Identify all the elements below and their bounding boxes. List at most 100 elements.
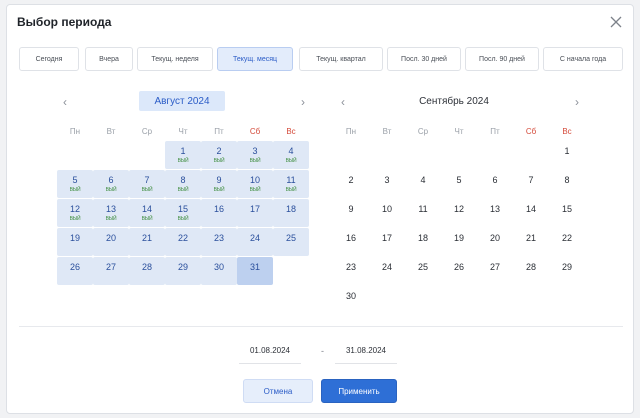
calendar-day[interactable]: 7 ВЫЙ — [129, 170, 165, 198]
day-number: 31 — [249, 262, 260, 272]
calendar-day[interactable]: 8 — [549, 170, 585, 198]
calendar-day[interactable]: 17 — [237, 199, 273, 227]
chevron-right-icon[interactable]: › — [301, 96, 305, 108]
calendar-day[interactable]: 5 — [441, 170, 477, 198]
calendar-day[interactable]: 4 — [405, 170, 441, 198]
tab-preset-6[interactable]: Посл. 90 дней — [465, 47, 539, 71]
calendar-day[interactable]: 25 — [405, 257, 441, 285]
date-to-input[interactable]: 31.08.2024 — [335, 338, 397, 364]
calendar-day[interactable]: 19 — [57, 228, 93, 256]
calendar-day[interactable]: 13 — [477, 199, 513, 227]
cancel-button[interactable]: Отмена — [243, 379, 313, 403]
apply-button[interactable]: Применить — [321, 379, 397, 403]
calendar-day[interactable]: 14 ВЫЙ — [129, 199, 165, 227]
calendar-day[interactable]: 26 — [441, 257, 477, 285]
calendar-day[interactable]: 27 — [93, 257, 129, 285]
day-number: 17 — [381, 233, 392, 243]
chevron-right-icon[interactable]: › — [575, 96, 579, 108]
calendar-day[interactable]: 17 — [369, 228, 405, 256]
day-note: ВЫЙ — [213, 158, 225, 164]
calendar-day[interactable]: 28 — [129, 257, 165, 285]
day-number: 7 — [528, 175, 534, 185]
tab-preset-4[interactable]: Текущ. квартал — [299, 47, 383, 71]
day-number: 5 — [72, 175, 78, 185]
calendar-day[interactable]: 21 — [129, 228, 165, 256]
chevron-left-icon[interactable]: ‹ — [341, 96, 345, 108]
day-number: 21 — [525, 233, 536, 243]
tab-preset-2[interactable]: Текущ. неделя — [137, 47, 213, 71]
calendar-day[interactable]: 28 — [513, 257, 549, 285]
calendar-day[interactable]: 9 ВЫЙ — [201, 170, 237, 198]
calendar-day[interactable]: 16 — [201, 199, 237, 227]
day-number: 24 — [249, 233, 260, 243]
calendar-day[interactable]: 20 — [477, 228, 513, 256]
calendar-day[interactable]: 27 — [477, 257, 513, 285]
calendar-day[interactable]: 10 — [369, 199, 405, 227]
calendar-day[interactable]: 7 — [513, 170, 549, 198]
day-number: 6 — [108, 175, 114, 185]
tab-preset-1[interactable]: Вчера — [85, 47, 133, 71]
calendar-day[interactable]: 30 — [201, 257, 237, 285]
calendar-day[interactable]: 26 — [57, 257, 93, 285]
calendar-day[interactable]: 11 — [405, 199, 441, 227]
calendar-day[interactable]: 30 — [333, 286, 369, 314]
calendar-day[interactable]: 3 — [369, 170, 405, 198]
calendar-day[interactable]: 13 ВЫЙ — [93, 199, 129, 227]
calendar-day[interactable]: 19 — [441, 228, 477, 256]
calendar-day[interactable]: 9 — [333, 199, 369, 227]
day-note: ВЫЙ — [177, 187, 189, 193]
day-number: 16 — [345, 233, 356, 243]
calendar-day[interactable]: 18 — [273, 199, 309, 227]
range-separator: - — [321, 346, 324, 356]
calendar-day[interactable]: 1 ВЫЙ — [165, 141, 201, 169]
close-icon[interactable] — [609, 15, 623, 29]
calendar-day[interactable]: 29 — [165, 257, 201, 285]
calendar-day[interactable]: 22 — [165, 228, 201, 256]
day-number: 21 — [141, 233, 152, 243]
tab-preset-5[interactable]: Посл. 30 дней — [387, 47, 461, 71]
calendar-day[interactable]: 31 — [237, 257, 273, 285]
calendar-day[interactable]: 16 — [333, 228, 369, 256]
chevron-left-icon[interactable]: ‹ — [63, 96, 67, 108]
calendar-day[interactable]: 12 — [441, 199, 477, 227]
calendar-day[interactable]: 2 — [333, 170, 369, 198]
calendar-day[interactable]: 5 ВЫЙ — [57, 170, 93, 198]
calendar-day[interactable]: 8 ВЫЙ — [165, 170, 201, 198]
calendar-day[interactable]: 18 — [405, 228, 441, 256]
calendar-day[interactable]: 21 — [513, 228, 549, 256]
calendar-day[interactable]: 3 ВЫЙ — [237, 141, 273, 169]
calendar-day[interactable]: 15 — [549, 199, 585, 227]
calendar-day[interactable]: 10 ВЫЙ — [237, 170, 273, 198]
calendar-day[interactable]: 23 — [333, 257, 369, 285]
calendar-day[interactable]: 11 ВЫЙ — [273, 170, 309, 198]
calendar-day[interactable]: 12 ВЫЙ — [57, 199, 93, 227]
day-number: 12 — [69, 204, 80, 214]
weekday-label: Вт — [106, 127, 116, 136]
calendar-day[interactable]: 24 — [369, 257, 405, 285]
day-number: 15 — [561, 204, 572, 214]
day-note: ВЫЙ — [213, 187, 225, 193]
calendar-day[interactable]: 25 — [273, 228, 309, 256]
calendar-day[interactable]: 6 — [477, 170, 513, 198]
calendar-day[interactable]: 4 ВЫЙ — [273, 141, 309, 169]
calendar-day[interactable]: 15 ВЫЙ — [165, 199, 201, 227]
calendar-day[interactable]: 20 — [93, 228, 129, 256]
calendar-day[interactable]: 6 ВЫЙ — [93, 170, 129, 198]
weekday-label: Вт — [382, 127, 392, 136]
tab-preset-7[interactable]: С начала года — [543, 47, 623, 71]
date-from-input[interactable]: 01.08.2024 — [239, 338, 301, 364]
calendar-day[interactable]: 24 — [237, 228, 273, 256]
tab-preset-3[interactable]: Текущ. месяц — [217, 47, 293, 71]
calendar-day[interactable]: 23 — [201, 228, 237, 256]
day-number: 6 — [492, 175, 498, 185]
day-note: ВЫЙ — [105, 187, 117, 193]
weekday-label: Ср — [417, 127, 429, 136]
calendar-day[interactable]: 22 — [549, 228, 585, 256]
tab-preset-0[interactable]: Сегодня — [19, 47, 79, 71]
day-note: ВЫЙ — [69, 216, 81, 222]
calendar-day[interactable]: 29 — [549, 257, 585, 285]
day-number: 29 — [561, 262, 572, 272]
calendar-day[interactable]: 14 — [513, 199, 549, 227]
calendar-day[interactable]: 1 — [549, 141, 585, 169]
calendar-day[interactable]: 2 ВЫЙ — [201, 141, 237, 169]
